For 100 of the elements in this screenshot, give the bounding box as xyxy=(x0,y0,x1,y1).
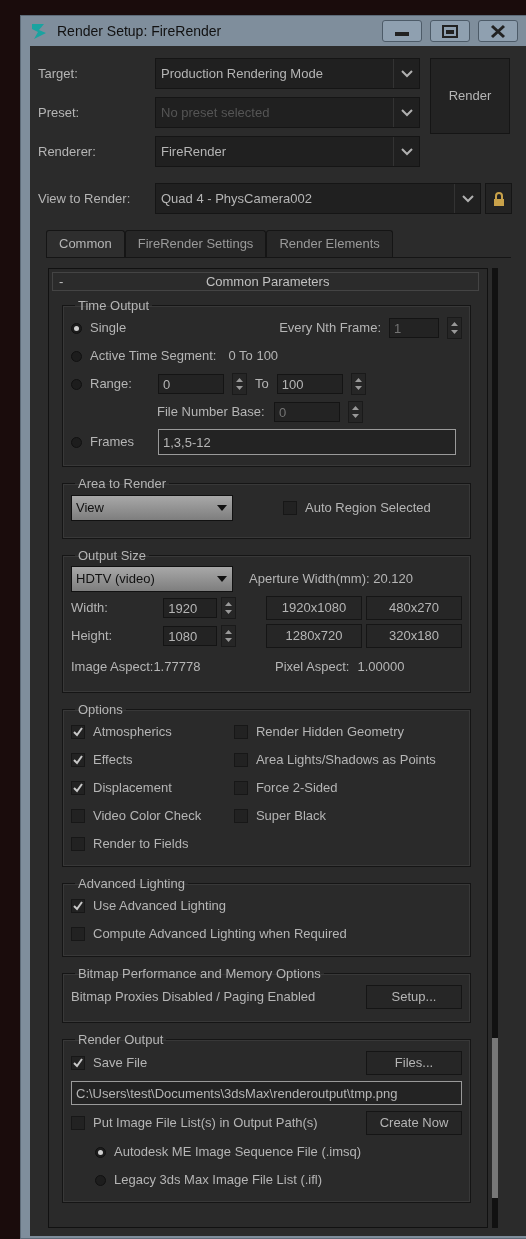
field-label: Pixel Aspect: xyxy=(275,658,350,677)
field-label: File Number Base: xyxy=(157,403,266,422)
create-now-button[interactable]: Create Now xyxy=(366,1111,462,1135)
up-down-arrows-icon xyxy=(224,629,234,643)
aspect-value: 1.00000 xyxy=(357,658,405,677)
close-button[interactable] xyxy=(478,20,518,42)
input-field[interactable]: 100 xyxy=(276,374,343,394)
chevron-icon xyxy=(399,146,414,157)
segment-value: 0 To 100 xyxy=(228,347,279,366)
radio-label: Range: xyxy=(90,375,133,394)
checkbox[interactable] xyxy=(71,725,85,739)
field-label: Preset: xyxy=(38,103,81,122)
group-title: Options xyxy=(77,703,124,716)
render-button[interactable]: Render xyxy=(430,58,510,134)
path-field[interactable]: C:\Users\test\Documents\3dsMax\renderoutput\tmp.png xyxy=(71,1081,462,1105)
files-button[interactable]: Files... xyxy=(366,1051,462,1075)
radio-button[interactable] xyxy=(95,1174,106,1186)
dropdown[interactable]: Quad 4 - PhysCamera002 xyxy=(155,183,481,214)
field-label: Width: xyxy=(71,599,109,618)
tab[interactable]: Render Elements xyxy=(266,230,393,257)
checkbox-label: Atmospherics xyxy=(93,723,172,742)
radio-button[interactable] xyxy=(71,436,82,448)
window-title: Render Setup: FireRender xyxy=(57,21,223,41)
preset-button[interactable]: 1280x720 xyxy=(266,624,362,648)
radio-label: Autodesk ME Image Sequence File (.imsq) xyxy=(114,1143,362,1162)
preset-button[interactable]: 1920x1080 xyxy=(266,596,362,620)
collapse-toggle[interactable]: - xyxy=(59,271,64,292)
chevron-icon xyxy=(460,193,475,204)
input-field[interactable]: 1920 xyxy=(163,598,218,618)
spinner-button[interactable] xyxy=(348,401,363,423)
input-field[interactable]: 1080 xyxy=(163,626,218,646)
checkbox-label: Save File xyxy=(93,1054,148,1073)
checkbox-label: Render Hidden Geometry xyxy=(255,723,405,742)
preset-button[interactable]: 480x270 xyxy=(366,596,462,620)
status-text: Bitmap Proxies Disabled / Paging Enabled xyxy=(71,988,316,1007)
radio-button[interactable] xyxy=(71,322,82,334)
dropdown[interactable]: View xyxy=(71,495,233,521)
checkbox-label: Render to Fields xyxy=(93,835,189,854)
radio-button[interactable] xyxy=(71,378,82,390)
radio-button[interactable] xyxy=(71,350,82,362)
checkbox-label: Force 2-Sided xyxy=(255,779,338,798)
field-label: Every Nth Frame: xyxy=(279,319,381,338)
minimize-button[interactable] xyxy=(382,20,422,42)
lock-button[interactable] xyxy=(485,183,512,214)
field-label: View to Render: xyxy=(38,189,132,208)
radio-label: Single xyxy=(90,319,128,338)
checkbox-label: Effects xyxy=(93,751,133,770)
scrollbar[interactable] xyxy=(492,1038,498,1198)
group-title: Advanced Lighting xyxy=(77,877,186,890)
input-field[interactable]: 0 xyxy=(158,374,224,394)
rollout-title: Common Parameters xyxy=(204,272,331,291)
group-title: Bitmap Performance and Memory Options xyxy=(77,967,322,980)
spinner-button[interactable] xyxy=(232,373,247,395)
dropdown-arrow-icon xyxy=(216,575,228,583)
spinner-button[interactable] xyxy=(221,597,236,619)
minimize-icon xyxy=(395,32,409,36)
tab[interactable]: Common xyxy=(46,230,125,257)
checkbox-label: Auto Region Selected xyxy=(305,499,431,518)
up-down-arrows-icon xyxy=(224,601,234,615)
spinner-button[interactable] xyxy=(350,373,366,395)
dropdown-arrow-icon xyxy=(216,504,228,512)
aperture-label: Aperture Width(mm): 20.120 xyxy=(249,570,413,589)
checkbox[interactable] xyxy=(71,753,85,767)
setup-button[interactable]: Setup... xyxy=(366,985,462,1009)
dropdown[interactable]: HDTV (video) xyxy=(71,566,233,592)
group-title: Time Output xyxy=(77,299,151,312)
checkbox[interactable] xyxy=(71,781,85,795)
field-label: Height: xyxy=(71,627,114,646)
radio-button[interactable] xyxy=(95,1146,106,1158)
checkbox-label: Area Lights/Shadows as Points xyxy=(255,751,436,770)
field-label: Target: xyxy=(38,64,79,83)
rollout-header[interactable]: - Common Parameters xyxy=(52,272,479,291)
maximize-button[interactable] xyxy=(430,20,470,42)
group-title: Render Output xyxy=(77,1033,165,1046)
checkbox-label: Put Image File List(s) in Output Path(s) xyxy=(93,1114,318,1133)
spinner-button[interactable] xyxy=(221,625,236,647)
preset-button[interactable]: 320x180 xyxy=(366,624,462,648)
up-down-arrows-icon xyxy=(353,377,363,391)
maximize-icon xyxy=(439,22,461,40)
aspect-label: Image Aspect:1.77778 xyxy=(71,658,202,677)
up-down-arrows-icon xyxy=(351,405,360,419)
up-down-arrows-icon xyxy=(235,377,244,391)
checkbox-label: Displacement xyxy=(93,779,172,798)
checkbox-label: Compute Advanced Lighting when Required xyxy=(93,925,347,944)
checkbox[interactable] xyxy=(71,1056,85,1070)
dropdown[interactable]: Production Rendering Mode xyxy=(155,58,420,89)
checkbox-label: Super Black xyxy=(255,807,326,826)
chevron-icon xyxy=(399,107,414,118)
radio-label: Active Time Segment: xyxy=(90,347,217,366)
checkbox-label: Use Advanced Lighting xyxy=(93,897,226,916)
input-field[interactable]: 1,3,5-12 xyxy=(158,429,456,455)
tab[interactable]: FireRender Settings xyxy=(124,230,267,257)
radio-label: Frames xyxy=(90,433,136,452)
spinner-button[interactable] xyxy=(447,317,462,339)
up-down-arrows-icon xyxy=(450,321,459,335)
field-label: To xyxy=(255,375,269,394)
radio-label: Legacy 3ds Max Image File List (.ifl) xyxy=(114,1171,323,1190)
dropdown[interactable]: FireRender xyxy=(155,136,420,167)
group-title: Area to Render xyxy=(77,477,168,490)
checkbox[interactable] xyxy=(71,899,85,913)
